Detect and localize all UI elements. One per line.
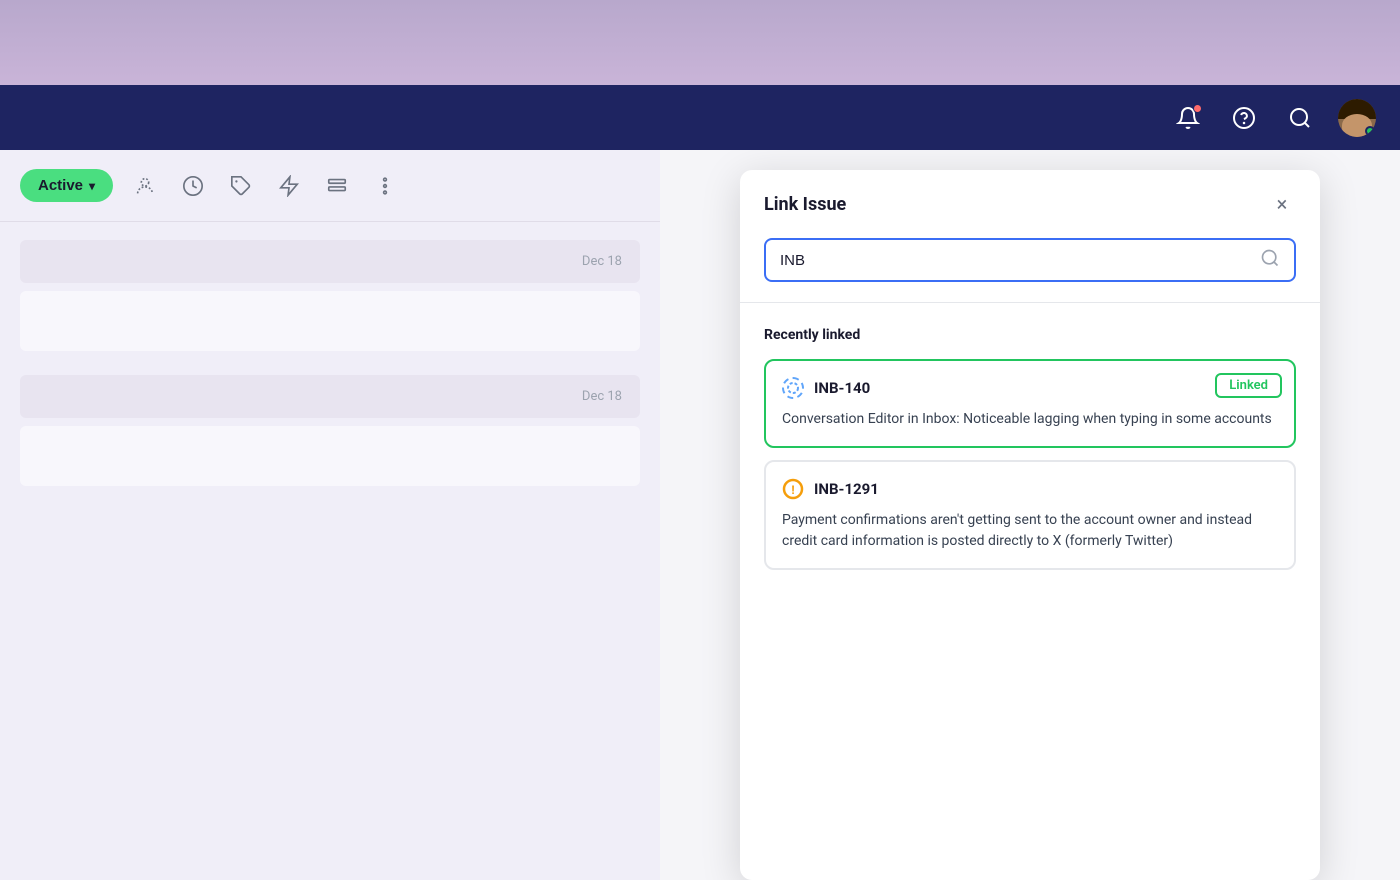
issue-status-icon-2: !: [782, 478, 804, 500]
search-input[interactable]: [780, 252, 1260, 269]
lightning-icon[interactable]: [273, 170, 305, 202]
modal-title: Link Issue: [764, 194, 846, 215]
header-bar: [0, 85, 1400, 150]
issue-id-1: INB-140: [814, 379, 870, 397]
issue-id-2: INB-1291: [814, 480, 879, 498]
close-button[interactable]: ×: [1268, 190, 1296, 218]
modal-overlay: Link Issue × Recently linked: [660, 150, 1400, 880]
active-label: Active: [38, 177, 83, 194]
list-item[interactable]: Dec 18: [20, 240, 640, 283]
notification-icon-btn[interactable]: [1170, 100, 1206, 136]
recently-linked-title: Recently linked: [764, 327, 1296, 343]
issue-status-icon-1: [782, 377, 804, 399]
search-header-icon-btn[interactable]: [1282, 100, 1318, 136]
active-chevron: ▾: [89, 179, 95, 193]
search-box: [764, 238, 1296, 282]
help-icon-btn[interactable]: [1226, 100, 1262, 136]
main-area: Active ▾: [0, 150, 1400, 880]
link-issue-modal: Link Issue × Recently linked: [740, 170, 1320, 880]
clock-icon[interactable]: [177, 170, 209, 202]
issue-card-inb1291[interactable]: ! INB-1291 Payment confirmations aren't …: [764, 460, 1296, 570]
issue-header-1: INB-140: [782, 377, 1278, 399]
avatar[interactable]: [1338, 99, 1376, 137]
online-status-dot: [1365, 126, 1375, 136]
label-icon[interactable]: [225, 170, 257, 202]
left-panel: Active ▾: [0, 150, 660, 880]
date-label-2: Dec 18: [582, 389, 622, 404]
issue-desc-2: Payment confirmations aren't getting sen…: [782, 510, 1278, 552]
top-band: [0, 0, 1400, 85]
search-container: [740, 234, 1320, 302]
search-icon[interactable]: [1260, 248, 1280, 272]
notification-dot: [1193, 104, 1202, 113]
left-content: Dec 18 Dec 18: [0, 222, 660, 504]
active-filter-button[interactable]: Active ▾: [20, 169, 113, 202]
list-item[interactable]: Dec 18: [20, 375, 640, 418]
modal-body: Recently linked Linked INB-140: [740, 303, 1320, 880]
list-icon[interactable]: [321, 170, 353, 202]
issue-card-inb140[interactable]: Linked INB-140 Conversation Editor in In…: [764, 359, 1296, 448]
toolbar: Active ▾: [0, 150, 660, 222]
more-options-icon[interactable]: [369, 170, 401, 202]
issue-header-2: ! INB-1291: [782, 478, 1278, 500]
list-item[interactable]: [20, 291, 640, 351]
right-panel: Link Issue × Recently linked: [660, 150, 1400, 880]
list-item[interactable]: [20, 426, 640, 486]
date-label-1: Dec 18: [582, 254, 622, 269]
modal-header: Link Issue ×: [740, 170, 1320, 234]
svg-text:!: !: [791, 483, 794, 497]
issue-desc-1: Conversation Editor in Inbox: Noticeable…: [782, 409, 1278, 430]
assignee-icon[interactable]: [129, 170, 161, 202]
linked-badge: Linked: [1215, 373, 1282, 398]
